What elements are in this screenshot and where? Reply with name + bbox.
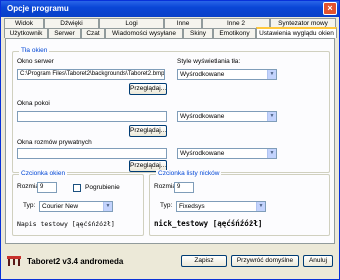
style-label: Style wyświetlania tła:	[177, 58, 241, 65]
bold-label: Pogrubienie	[85, 184, 120, 191]
nick-font-type-label: Typ:	[160, 202, 173, 209]
window-title: Opcje programu	[7, 4, 69, 13]
close-button[interactable]: ×	[323, 2, 337, 15]
chevron-down-icon[interactable]: ▼	[267, 149, 276, 158]
options-window: Opcje programu × Widok Dźwięki Logi Inne…	[0, 0, 340, 280]
nick-font-type-select[interactable]: Fixedsys ▼	[176, 201, 266, 212]
settings-panel: Tła okien Okno serwer C:\Program Files\T…	[5, 38, 335, 244]
style-rooms-select[interactable]: Wyśrodkowane ▼	[177, 111, 277, 122]
version-label: Taboret2 v3.4 andromeda	[27, 257, 124, 266]
taboret-logo-icon	[7, 256, 21, 266]
window-font-type-value: Courier New	[42, 203, 79, 210]
style-private-select[interactable]: Wyśrodkowane ▼	[177, 148, 277, 159]
style-rooms-value: Wyśrodkowane	[180, 113, 225, 120]
tab-serwer[interactable]: Serwer	[48, 28, 81, 38]
cancel-button[interactable]: Anuluj	[303, 255, 333, 267]
window-font-size-input[interactable]: 9	[37, 182, 57, 193]
window-font-group: Czcionka okien Rozmiar: 9 Pogrubienie Ty…	[12, 170, 144, 236]
window-font-preview: Napis testowy [ąęćśńźóżł]	[17, 220, 115, 228]
window-font-group-title: Czcionka okien	[19, 170, 68, 177]
tab-uzytkownik[interactable]: Użytkownik	[4, 28, 48, 38]
background-group: Tła okien Okno serwer C:\Program Files\T…	[12, 47, 330, 173]
server-window-label: Okno serwer	[17, 58, 54, 65]
window-font-type-label: Typ:	[23, 202, 36, 209]
style-server-select[interactable]: Wyśrodkowane ▼	[177, 69, 277, 80]
chevron-down-icon[interactable]: ▼	[103, 202, 112, 211]
tab-wiadomosci[interactable]: Wiadomości wysyłane	[105, 28, 183, 38]
nick-font-size-input[interactable]: 9	[174, 182, 194, 193]
restore-defaults-button[interactable]: Przywróć domyślne	[231, 255, 299, 267]
window-font-type-select[interactable]: Courier New ▼	[39, 201, 113, 212]
title-bar[interactable]: Opcje programu ×	[1, 1, 339, 17]
private-window-path-input[interactable]	[17, 148, 167, 159]
tab-ustawienia-wygladu[interactable]: Ustawienia wyglądu okien	[256, 27, 337, 38]
tab-inne[interactable]: Inne	[164, 18, 202, 28]
bold-checkbox[interactable]	[73, 184, 81, 192]
rooms-window-label: Okna pokoi	[17, 100, 50, 107]
server-window-path-input[interactable]: C:\Program Files\Taboret2\backgrounds\Ta…	[17, 69, 165, 80]
tab-skiny[interactable]: Skiny	[183, 28, 213, 38]
tab-widok[interactable]: Widok	[4, 18, 44, 28]
browse-rooms-button[interactable]: Przeglądaj...	[129, 125, 167, 137]
nick-font-preview: nick_testowy [ąęćśńźóżł]	[154, 219, 263, 228]
nick-font-group-title: Czcionka listy nicków	[156, 170, 222, 177]
background-group-title: Tła okien	[19, 47, 50, 54]
private-window-label: Okna rozmów prywatnych	[17, 139, 92, 146]
browse-server-button[interactable]: Przeglądaj...	[129, 83, 167, 95]
style-server-value: Wyśrodkowane	[180, 71, 225, 78]
chevron-down-icon[interactable]: ▼	[267, 112, 276, 121]
chevron-down-icon[interactable]: ▼	[267, 70, 276, 79]
save-button[interactable]: Zapisz	[181, 255, 227, 267]
nick-font-type-value: Fixedsys	[179, 203, 205, 210]
chevron-down-icon[interactable]: ▼	[256, 202, 265, 211]
tab-dzwieki[interactable]: Dźwięki	[44, 18, 99, 28]
style-private-value: Wyśrodkowane	[180, 150, 225, 157]
tab-logi[interactable]: Logi	[99, 18, 164, 28]
tab-czat[interactable]: Czat	[81, 28, 105, 38]
tab-emotikony[interactable]: Emotikony	[213, 28, 256, 38]
nick-font-group: Czcionka listy nicków Rozmiar: 9 Typ: Fi…	[149, 170, 330, 236]
rooms-window-path-input[interactable]	[17, 111, 167, 122]
